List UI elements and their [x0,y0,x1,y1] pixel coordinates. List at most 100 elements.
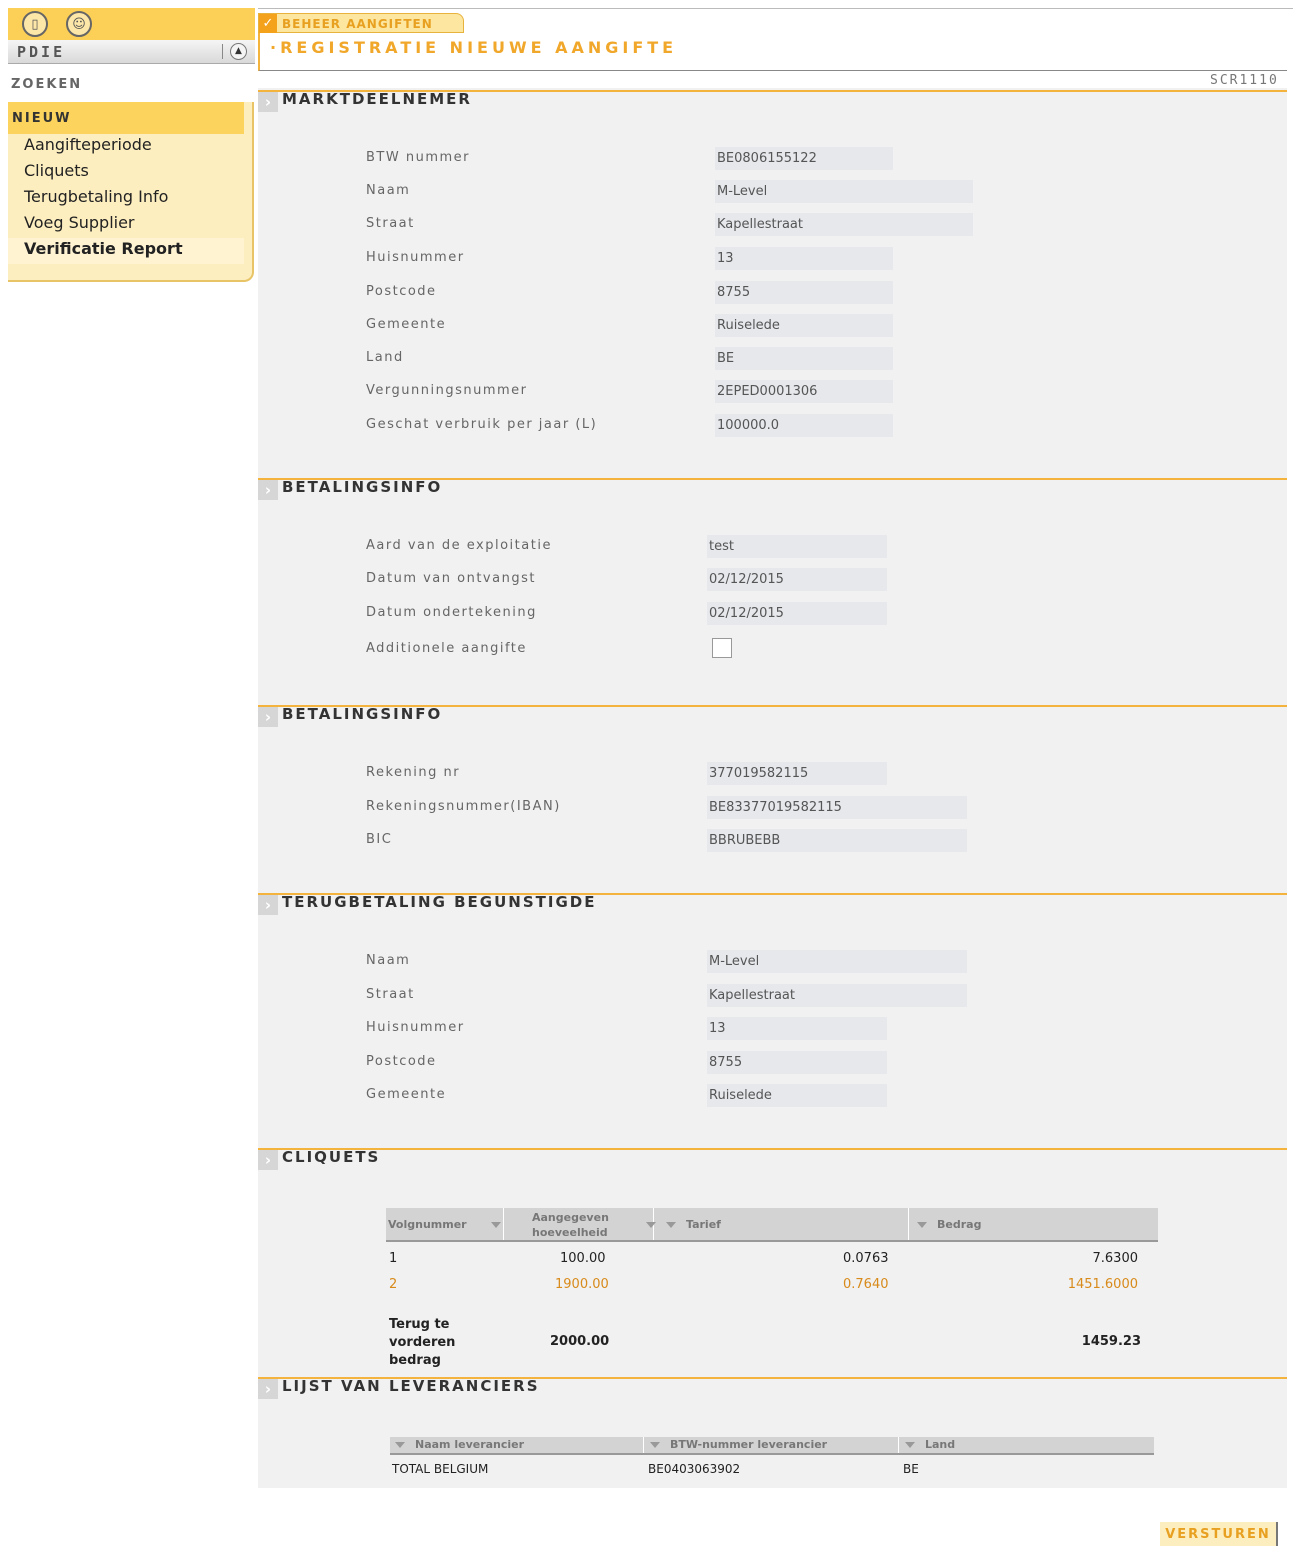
sort-icon [666,1222,676,1228]
datum-ondertekening-field[interactable]: 02/12/2015 [707,602,887,625]
section-betalingsinfo: › BETALINGSINFO Aard van de exploitatie … [258,478,1287,658]
field-label: Vergunningsnummer [366,383,528,398]
sort-icon [491,1222,501,1228]
total-bedrag: 1459.23 [1081,1334,1141,1349]
geschat-verbruik-field[interactable]: 100000.0 [715,414,893,437]
sidebar-item-terugbetaling-info[interactable]: Terugbetaling Info [8,186,244,212]
straat-field[interactable]: Kapellestraat [715,213,973,236]
sort-icon [917,1222,927,1228]
section-header[interactable]: › CLIQUETS [258,1148,1287,1170]
begunstigde-gemeente-field[interactable]: Ruiselede [707,1084,887,1107]
land-field[interactable]: BE [715,347,893,370]
table-cell: 7.6300 [1092,1251,1139,1266]
begunstigde-postcode-field[interactable]: 8755 [707,1051,887,1074]
aard-exploitatie-field[interactable]: test [707,535,887,558]
huisnummer-field[interactable]: 13 [715,247,893,270]
iban-field[interactable]: BE83377019582115 [707,796,967,819]
rekening-nr-field[interactable]: 377019582115 [707,762,887,785]
section-title: CLIQUETS [282,1148,381,1166]
chevron-down-icon: ✓ [259,14,277,33]
sidebar-item-cliquets[interactable]: Cliquets [8,160,244,186]
page-title: ·REGISTRATIE NIEUWE AANGIFTE [270,38,678,57]
field-label: BIC [366,832,393,847]
sidebar-top-bar: ▯ ☺ [8,8,255,40]
sidebar-item-voeg-supplier[interactable]: Voeg Supplier [8,212,244,238]
divider [222,44,223,59]
total-label: Terug te vorderen bedrag [389,1317,456,1368]
section-leveranciers: › LIJST VAN LEVERANCIERS Naam leverancie… [258,1377,1287,1476]
sidebar-item-verificatie-report[interactable]: Verificatie Report [8,238,244,264]
top-divider [258,8,1293,9]
postcode-field[interactable]: 8755 [715,281,893,304]
section-title: TERUGBETALING BEGUNSTIGDE [282,893,597,911]
column-label: Bedrag [937,1218,982,1231]
sidebar-item-nieuw[interactable]: NIEUW [8,102,244,134]
chevron-right-icon: › [258,1150,278,1170]
additionele-aangifte-checkbox[interactable] [712,638,732,658]
begunstigde-huisnummer-field[interactable]: 13 [707,1017,887,1040]
chevron-right-icon: › [258,92,278,112]
bic-field[interactable]: BBRUBEBB [707,829,967,852]
sort-icon [905,1442,915,1448]
sort-icon [650,1442,660,1448]
sidebar-item-label: NIEUW [12,111,72,126]
column-header-hoeveelheid[interactable]: Aangegeven hoeveelheid [504,1208,656,1240]
gemeente-field[interactable]: Ruiselede [715,314,893,337]
field-label: Straat [366,216,415,231]
section-title: BETALINGSINFO [282,705,443,723]
naam-field[interactable]: M-Level [715,180,973,203]
vergunningsnummer-field[interactable]: 2EPED0001306 [715,380,893,403]
section-title: LIJST VAN LEVERANCIERS [282,1377,540,1395]
field-label: Huisnummer [366,1020,465,1035]
column-label: Land [925,1438,956,1451]
table-cell: 0.7640 [843,1277,889,1292]
field-label: Aard van de exploitatie [366,538,552,553]
chevron-right-icon: › [258,480,278,500]
column-header-bedrag[interactable]: Bedrag [909,1208,1158,1240]
section-header[interactable]: › BETALINGSINFO [258,478,1287,500]
section-betalingsinfo-rekening: › BETALINGSINFO Rekening nr 377019582115… [258,705,1287,852]
cliquets-table-header: Volgnummer Aangegeven hoeveelheid Tarief… [386,1208,1158,1242]
field-label: Datum ondertekening [366,605,537,620]
column-header-naam-leverancier[interactable]: Naam leverancier [390,1437,644,1453]
tab-label: BEHEER AANGIFTEN [282,17,433,31]
begunstigde-straat-field[interactable]: Kapellestraat [707,984,967,1007]
column-label: Volgnummer [388,1218,467,1231]
section-terugbetaling-begunstigde: › TERUGBETALING BEGUNSTIGDE Naam M-Level… [258,893,1287,1107]
column-header-tarief[interactable]: Tarief [654,1208,909,1240]
collapse-up-icon[interactable]: ▲ [230,43,247,60]
field-label: Rekening nr [366,765,461,780]
chevron-right-icon: › [258,895,278,915]
document-icon[interactable]: ▯ [22,11,48,37]
tab-beheer-aangiften[interactable]: ✓ BEHEER AANGIFTEN [258,13,464,33]
section-header[interactable]: › LIJST VAN LEVERANCIERS [258,1377,1287,1399]
user-icon[interactable]: ☺ [66,11,92,37]
column-header-volgnummer[interactable]: Volgnummer [386,1208,504,1240]
field-label: Huisnummer [366,250,465,265]
btw-nummer-field[interactable]: BE0806155122 [715,147,893,170]
begunstigde-naam-field[interactable]: M-Level [707,950,967,973]
field-label: Gemeente [366,1087,447,1102]
column-header-btw-leverancier[interactable]: BTW-nummer leverancier [644,1437,899,1453]
table-cell: 2 [389,1277,398,1292]
table-cell: 0.0763 [843,1251,889,1266]
column-label: BTW-nummer leverancier [670,1438,828,1451]
sidebar-item-zoeken[interactable]: ZOEKEN [11,77,82,92]
table-cell: BE [903,1462,919,1476]
section-header[interactable]: › BETALINGSINFO [258,705,1287,727]
column-header-land[interactable]: Land [899,1437,1154,1453]
section-header[interactable]: › TERUGBETALING BEGUNSTIGDE [258,893,1287,915]
field-label: Naam [366,953,411,968]
leveranciers-table-header: Naam leverancier BTW-nummer leverancier … [390,1437,1154,1455]
versturen-button[interactable]: VERSTUREN [1160,1522,1278,1546]
sidebar-submenu: Aangifteperiode Cliquets Terugbetaling I… [8,134,244,264]
page-title-bar: ·REGISTRATIE NIEUWE AANGIFTE [258,33,1287,71]
sidebar-body: ZOEKEN NIEUW Aangifteperiode Cliquets Te… [8,64,255,282]
field-label: Postcode [366,1054,437,1069]
datum-ontvangst-field[interactable]: 02/12/2015 [707,568,887,591]
section-header[interactable]: › MARKTDEELNEMER [258,90,1287,112]
table-cell: 1451.6000 [1067,1277,1138,1292]
field-label: Land [366,350,404,365]
sort-icon [395,1442,405,1448]
sidebar-item-aangifteperiode[interactable]: Aangifteperiode [8,134,244,160]
